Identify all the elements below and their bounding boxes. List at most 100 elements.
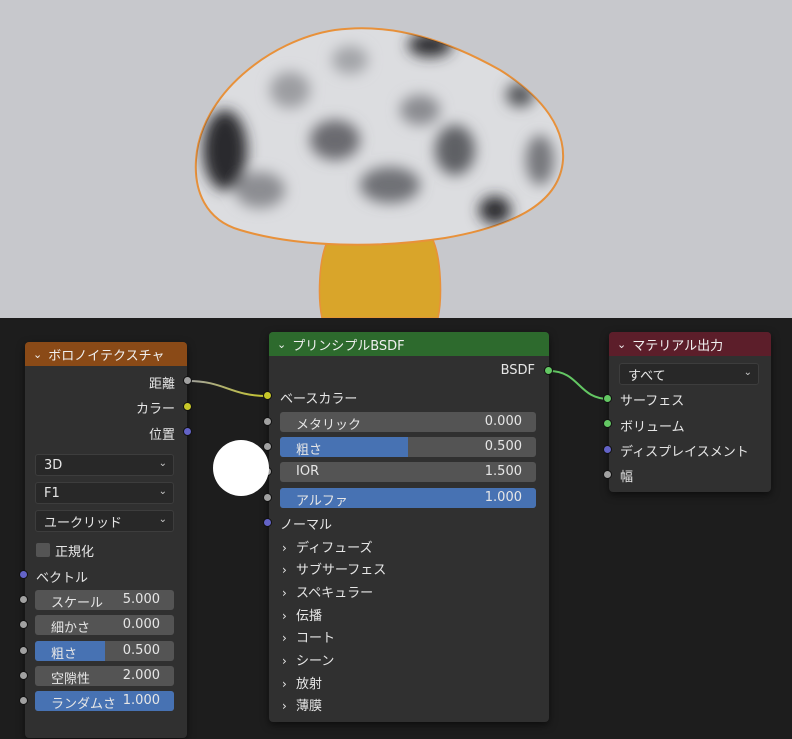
alpha-input-socket[interactable]	[263, 493, 272, 502]
link-distance-to-basecolor	[187, 380, 269, 397]
metallic-field[interactable]: メタリック 0.000	[280, 412, 536, 432]
principled-bsdf-node[interactable]: ⌄ プリンシプルBSDF BSDF ベースカラー メタリック 0.000 粗さ …	[269, 332, 549, 722]
panel-transmission-label: 伝播	[296, 609, 323, 624]
output-color-label: カラー	[135, 402, 175, 417]
panel-emission[interactable]: › 放射	[282, 673, 322, 692]
output-node-header[interactable]: ⌄ マテリアル出力	[609, 332, 771, 356]
volume-input-socket[interactable]	[603, 419, 612, 428]
chevron-down-icon: ⌄	[743, 367, 752, 378]
distance-metric-dropdown[interactable]: ユークリッド ⌄	[35, 510, 174, 532]
alpha-field[interactable]: アルファ 1.000	[280, 488, 536, 508]
panel-thin-film-label: 薄膜	[296, 699, 323, 714]
roughness-label: 粗さ	[51, 647, 78, 661]
panel-thin-film[interactable]: › 薄膜	[282, 695, 322, 714]
distance-output-socket[interactable]	[183, 376, 192, 385]
randomness-field[interactable]: ランダムさ 1.000	[35, 691, 174, 711]
bsdf-roughness-field[interactable]: 粗さ 0.500	[280, 437, 536, 457]
vector-input-label: ベクトル	[36, 571, 89, 586]
lacunarity-value: 2.000	[122, 668, 160, 683]
position-output-socket[interactable]	[183, 427, 192, 436]
metallic-input-socket[interactable]	[263, 417, 272, 426]
panel-emission-label: 放射	[296, 677, 323, 692]
panel-diffuse[interactable]: › ディフューズ	[282, 537, 372, 556]
normalize-label: 正規化	[55, 545, 95, 560]
normal-input-socket[interactable]	[263, 518, 272, 527]
bsdf-node-header[interactable]: ⌄ プリンシプルBSDF	[269, 332, 549, 356]
chevron-right-icon: ›	[282, 631, 287, 645]
render-target-value: すべて	[628, 368, 666, 384]
detail-value: 0.000	[122, 617, 160, 632]
bsdf-output-socket[interactable]	[544, 366, 553, 375]
chevron-down-icon[interactable]: ⌄	[277, 338, 286, 351]
randomness-value: 1.000	[122, 693, 160, 708]
chevron-right-icon: ›	[282, 541, 287, 555]
panel-subsurface[interactable]: › サブサーフェス	[282, 559, 386, 578]
feature-dropdown[interactable]: F1 ⌄	[35, 482, 174, 504]
ior-value: 1.500	[484, 464, 522, 479]
3d-viewport[interactable]	[0, 0, 792, 318]
roughness-input-socket[interactable]	[19, 646, 28, 655]
output-node-title: マテリアル出力	[632, 338, 724, 354]
node-editor[interactable]: ⌄ ボロノイテクスチャ 距離 カラー 位置 3D ⌄ F1 ⌄ ユークリッド ⌄…	[0, 318, 792, 739]
detail-input-socket[interactable]	[19, 620, 28, 629]
thickness-input-socket[interactable]	[603, 470, 612, 479]
distance-metric-value: ユークリッド	[44, 515, 123, 531]
metallic-label: メタリック	[296, 418, 362, 432]
scale-value: 5.000	[122, 592, 160, 607]
cursor-indicator	[213, 440, 269, 496]
base-color-input-socket[interactable]	[263, 391, 272, 400]
roughness-field[interactable]: 粗さ 0.500	[35, 641, 174, 661]
lacunarity-input-socket[interactable]	[19, 671, 28, 680]
feature-value: F1	[44, 485, 60, 501]
panel-coat[interactable]: › コート	[282, 627, 335, 646]
panel-sheen-label: シーン	[296, 654, 335, 669]
alpha-label: アルファ	[296, 494, 348, 508]
bsdf-node-title: プリンシプルBSDF	[292, 338, 405, 354]
bsdf-output-label: BSDF	[500, 363, 535, 378]
detail-field[interactable]: 細かさ 0.000	[35, 615, 174, 635]
dimensions-dropdown[interactable]: 3D ⌄	[35, 454, 174, 476]
panel-transmission[interactable]: › 伝播	[282, 605, 322, 624]
vector-input-socket[interactable]	[19, 570, 28, 579]
ior-label: IOR	[296, 464, 320, 479]
bsdf-roughness-value: 0.500	[484, 439, 522, 454]
randomness-label: ランダムさ	[51, 697, 117, 711]
surface-input-label: サーフェス	[620, 394, 685, 409]
normal-input-label: ノーマル	[280, 518, 333, 533]
ior-field[interactable]: IOR 1.500	[280, 462, 536, 482]
scale-input-socket[interactable]	[19, 595, 28, 604]
chevron-right-icon: ›	[282, 586, 287, 600]
chevron-right-icon: ›	[282, 609, 287, 623]
chevron-down-icon[interactable]: ⌄	[33, 348, 42, 361]
chevron-right-icon: ›	[282, 654, 287, 668]
voronoi-texture-node[interactable]: ⌄ ボロノイテクスチャ 距離 カラー 位置 3D ⌄ F1 ⌄ ユークリッド ⌄…	[25, 342, 187, 738]
normalize-checkbox[interactable]	[36, 543, 50, 557]
lacunarity-field[interactable]: 空隙性 2.000	[35, 666, 174, 686]
panel-sheen[interactable]: › シーン	[282, 650, 334, 669]
bsdf-roughness-label: 粗さ	[296, 443, 323, 457]
randomness-input-socket[interactable]	[19, 696, 28, 705]
chevron-right-icon: ›	[282, 699, 287, 713]
panel-specular-label: スペキュラー	[296, 586, 374, 601]
voronoi-node-title: ボロノイテクスチャ	[48, 348, 165, 364]
displacement-input-socket[interactable]	[603, 445, 612, 454]
panel-diffuse-label: ディフューズ	[296, 541, 373, 556]
surface-input-socket[interactable]	[603, 394, 612, 403]
scale-field[interactable]: スケール 5.000	[35, 590, 174, 610]
roughness-value: 0.500	[122, 643, 160, 658]
detail-label: 細かさ	[51, 621, 91, 635]
volume-input-label: ボリューム	[620, 420, 685, 435]
panel-specular[interactable]: › スペキュラー	[282, 582, 373, 601]
metallic-value: 0.000	[484, 414, 522, 429]
chevron-down-icon[interactable]: ⌄	[617, 338, 626, 351]
roughness-input-socket[interactable]	[263, 442, 272, 451]
material-output-node[interactable]: ⌄ マテリアル出力 すべて ⌄ サーフェス ボリューム ディスプレイスメント 幅	[609, 332, 771, 492]
link-bsdf-to-surface	[548, 370, 610, 400]
voronoi-node-header[interactable]: ⌄ ボロノイテクスチャ	[25, 342, 187, 366]
chevron-down-icon: ⌄	[158, 514, 167, 525]
render-target-dropdown[interactable]: すべて ⌄	[619, 363, 759, 385]
chevron-right-icon: ›	[282, 563, 287, 577]
color-output-socket[interactable]	[183, 402, 192, 411]
panel-subsurface-label: サブサーフェス	[296, 563, 387, 578]
alpha-value: 1.000	[484, 490, 522, 505]
